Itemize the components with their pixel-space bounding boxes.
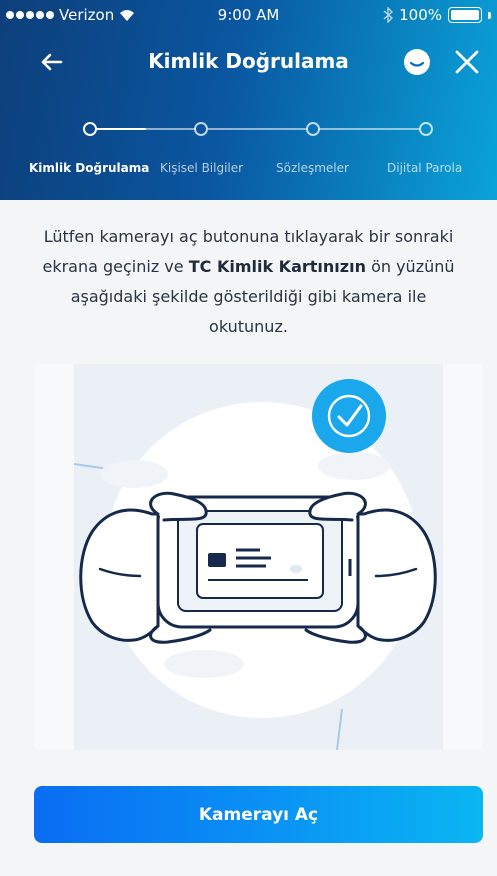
battery-icon bbox=[448, 7, 482, 23]
step-label-contracts[interactable]: Sözleşmeler bbox=[276, 161, 349, 175]
open-camera-button[interactable]: Kamerayı Aç bbox=[34, 786, 483, 843]
step-labels: Kimlik Doğrulama Kişisel Bilgiler Sözleş… bbox=[0, 161, 497, 181]
step-node-identity bbox=[83, 122, 97, 136]
step-connector bbox=[146, 128, 196, 130]
step-node-personal bbox=[194, 122, 208, 136]
bluetooth-icon bbox=[383, 7, 394, 23]
battery-tip bbox=[488, 11, 491, 19]
app-screen: Verizon 9:00 AM 100% Kimlik Doğrulama Ki… bbox=[0, 0, 497, 876]
step-node-contracts bbox=[306, 122, 320, 136]
chat-bubble-icon bbox=[404, 49, 430, 75]
nav-bar: Kimlik Doğrulama bbox=[0, 40, 497, 84]
step-connector bbox=[319, 128, 420, 130]
hands-holding-card-illustration bbox=[34, 364, 483, 750]
step-connector-done bbox=[97, 128, 146, 130]
battery-percent: 100% bbox=[399, 6, 442, 24]
instruction-bold: TC Kimlik Kartınızın bbox=[188, 257, 366, 276]
progress-stepper bbox=[0, 118, 497, 140]
step-label-personal[interactable]: Kişisel Bilgiler bbox=[160, 161, 243, 175]
close-icon bbox=[455, 50, 479, 74]
step-connector bbox=[208, 128, 307, 130]
chat-button[interactable] bbox=[400, 45, 434, 79]
instruction-text: Lütfen kamerayı aç butonuna tıklayarak b… bbox=[40, 222, 457, 342]
step-label-password[interactable]: Dijital Parola bbox=[387, 161, 462, 175]
header: Verizon 9:00 AM 100% Kimlik Doğrulama Ki… bbox=[0, 0, 497, 200]
close-button[interactable] bbox=[450, 45, 484, 79]
check-circle-icon bbox=[312, 379, 386, 453]
id-card-illustration bbox=[34, 364, 483, 750]
step-label-identity[interactable]: Kimlik Doğrulama bbox=[29, 161, 149, 175]
step-node-password bbox=[419, 122, 433, 136]
status-bar: Verizon 9:00 AM 100% bbox=[0, 0, 497, 30]
battery-info: 100% bbox=[383, 6, 491, 24]
